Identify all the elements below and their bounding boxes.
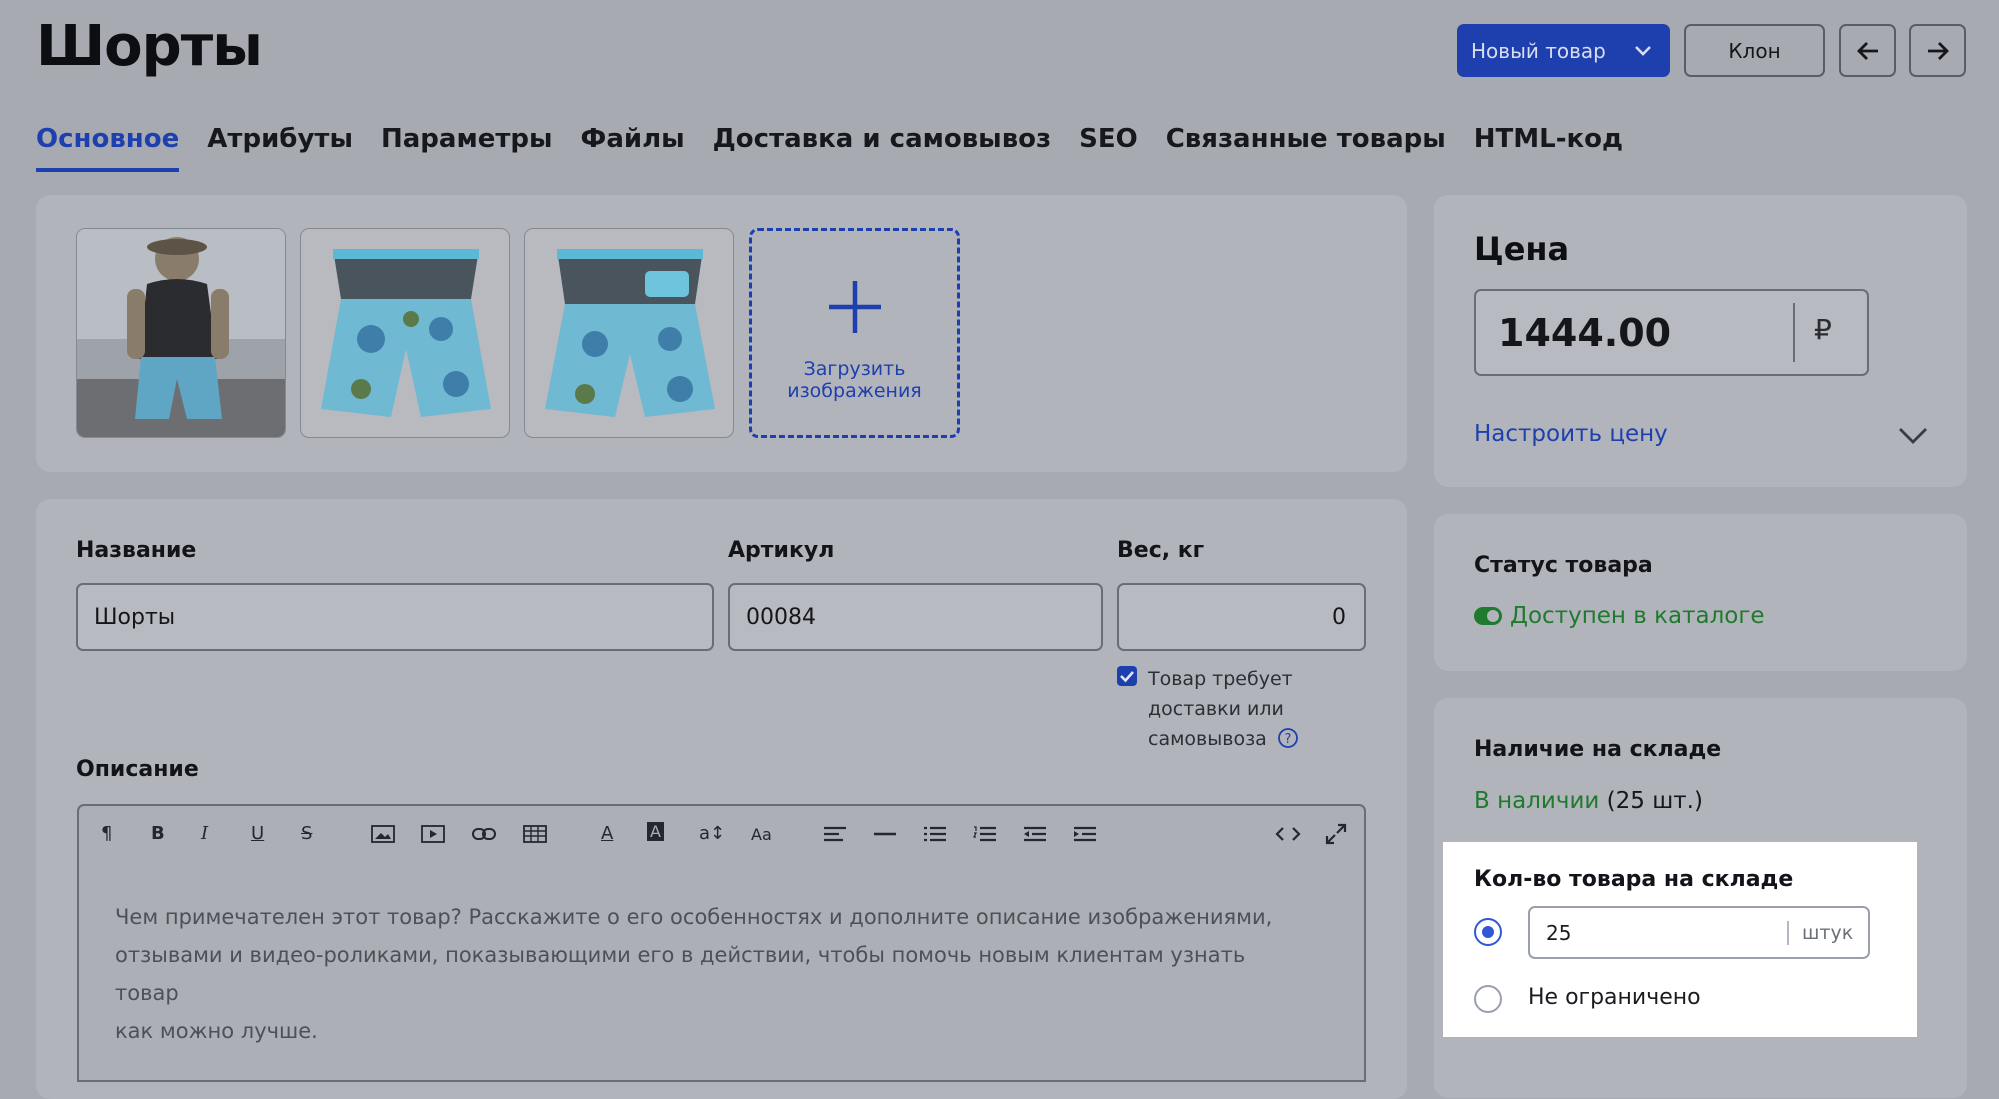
chevron-down-icon[interactable] [1630,37,1656,63]
status-value: Доступен в каталоге [1510,603,1765,629]
code-view-icon[interactable] [1275,825,1301,843]
description-editor[interactable]: Чем примечателен этот товар? Расскажите … [77,862,1366,1082]
weight-value: 0 [1332,604,1346,630]
tab-related-products[interactable]: Связанные товары [1166,124,1446,172]
tab-seo[interactable]: SEO [1079,124,1138,172]
configure-price-link[interactable]: Настроить цену [1474,421,1668,447]
weight-label: Вес, кг [1117,538,1205,563]
stock-status: В наличии (25 шт.) [1474,788,1703,814]
unlimited-radio[interactable] [1474,985,1502,1013]
price-divider [1793,303,1795,362]
price-value: 1444.00 [1498,310,1672,355]
delivery-required-text: Товар требует доставки или самовывоза ? [1148,664,1299,754]
tab-bar: Основное Атрибуты Параметры Файлы Достав… [36,124,1623,172]
stock-count: (25 шт.) [1606,788,1703,814]
svg-text:?: ? [1284,732,1291,747]
paragraph-icon[interactable]: ¶ [101,823,112,844]
horizontal-rule-icon[interactable] [873,826,897,842]
underline-icon[interactable]: U [251,823,264,844]
sku-value: 00084 [746,604,816,630]
quantity-divider [1787,921,1789,945]
upload-label-line1: Загрузить [803,358,906,380]
previous-product-button[interactable] [1839,24,1896,77]
font-family-icon[interactable]: Aa [751,825,772,844]
price-input[interactable]: 1444.00 ₽ [1474,289,1869,376]
clone-label: Клон [1728,38,1781,63]
tab-main[interactable]: Основное [36,124,180,172]
link-icon[interactable] [471,824,497,844]
tab-parameters[interactable]: Параметры [381,124,553,172]
toggle-on-icon [1474,607,1502,625]
sku-label: Артикул [728,538,835,563]
outdent-icon[interactable] [1023,826,1047,842]
indent-icon[interactable] [1073,826,1097,842]
font-size-icon[interactable]: a↕ [699,823,725,844]
product-image-2[interactable] [300,228,510,438]
status-title: Статус товара [1474,553,1653,578]
name-input[interactable]: Шорты [76,583,714,651]
page-title: Шорты [36,14,263,79]
next-product-button[interactable] [1909,24,1966,77]
upload-label-line2: изображения [787,380,922,402]
checkmark-icon [1120,671,1134,683]
description-label: Описание [76,757,199,782]
description-placeholder: Чем примечателен этот товар? Расскажите … [115,905,1273,1043]
video-icon[interactable] [421,824,445,844]
tab-attributes[interactable]: Атрибуты [207,124,353,172]
quantity-unit: штук [1802,922,1854,944]
background-color-icon[interactable]: A [647,822,664,841]
status-toggle[interactable]: Доступен в каталоге [1474,603,1765,629]
product-image-1[interactable] [76,228,286,438]
name-value: Шорты [94,604,176,630]
numbered-list-icon[interactable] [973,826,997,842]
product-image-3[interactable] [524,228,734,438]
sku-input[interactable]: 00084 [728,583,1103,651]
new-product-button[interactable]: Новый товар [1457,24,1670,77]
bold-icon[interactable]: B [151,823,165,844]
quantity-title: Кол-во товара на складе [1474,867,1794,892]
quantity-value: 25 [1546,921,1572,945]
delivery-checkbox[interactable] [1117,666,1137,686]
plus-icon [828,281,881,333]
table-icon[interactable] [523,824,547,844]
in-stock-text: В наличии [1474,788,1600,814]
new-product-label: Новый товар [1471,38,1606,63]
fullscreen-icon[interactable] [1325,823,1347,845]
image-icon[interactable] [371,824,395,844]
arrow-right-icon [1927,41,1949,60]
align-left-icon[interactable] [823,826,847,842]
italic-icon[interactable]: I [201,823,208,844]
text-color-icon[interactable]: A [601,823,613,844]
currency-symbol: ₽ [1814,313,1832,346]
clone-button[interactable]: Клон [1684,24,1825,77]
quantity-radio[interactable] [1474,918,1502,946]
unlimited-label: Не ограничено [1528,985,1701,1010]
chevron-down-icon[interactable] [1896,420,1930,450]
quantity-input[interactable]: 25 штук [1528,906,1870,959]
bullet-list-icon[interactable] [923,826,947,842]
tab-files[interactable]: Файлы [581,124,685,172]
arrow-left-icon [1856,41,1878,60]
weight-input[interactable]: 0 [1117,583,1366,651]
tab-delivery[interactable]: Доставка и самовывоз [713,124,1051,172]
help-icon[interactable]: ? [1277,727,1299,749]
status-card [1434,514,1967,671]
tab-html-code[interactable]: HTML-код [1474,124,1623,172]
upload-images-button[interactable]: Загрузить изображения [749,228,960,438]
editor-toolbar: ¶ B I U S A A a↕ Aa [77,804,1366,864]
name-label: Название [76,538,197,563]
stock-title: Наличие на складе [1474,737,1722,762]
price-title: Цена [1474,230,1570,268]
strikethrough-icon[interactable]: S [301,823,312,844]
